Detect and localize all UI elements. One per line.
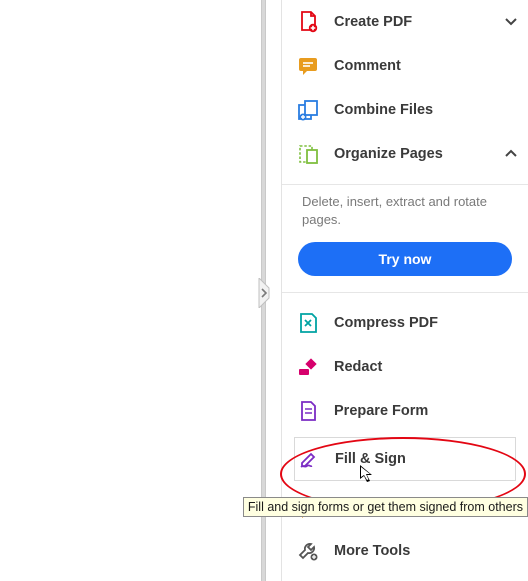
tool-label: Organize Pages	[334, 146, 502, 162]
tool-label: Combine Files	[334, 102, 520, 118]
panel-collapse-button[interactable]	[255, 278, 273, 308]
tool-redact[interactable]: Redact	[282, 345, 528, 389]
prepare-form-icon	[296, 399, 320, 423]
try-now-button[interactable]: Try now	[298, 242, 512, 276]
document-area	[0, 0, 260, 581]
create-pdf-icon	[296, 10, 320, 34]
tool-organize-pages[interactable]: Organize Pages	[282, 132, 528, 176]
sign-icon	[297, 447, 321, 471]
chevron-down-icon	[502, 15, 520, 29]
tools-panel: Create PDF Comment Combine Files Organiz…	[281, 0, 528, 581]
combine-icon	[296, 98, 320, 122]
wrench-icon	[296, 539, 320, 563]
try-now-label: Try now	[379, 251, 432, 267]
tool-label: Compress PDF	[334, 315, 520, 331]
fill-sign-tooltip: Fill and sign forms or get them signed f…	[243, 497, 528, 517]
organize-icon	[296, 142, 320, 166]
tool-more-tools[interactable]: More Tools	[282, 529, 528, 573]
organize-description: Delete, insert, extract and rotate pages…	[282, 193, 528, 242]
chevron-up-icon	[502, 147, 520, 161]
tool-comment[interactable]: Comment	[282, 44, 528, 88]
tool-label: Prepare Form	[334, 403, 520, 419]
tool-fill-and-sign[interactable]: Fill & Sign	[294, 437, 516, 481]
tool-prepare-form[interactable]: Prepare Form	[282, 389, 528, 433]
comment-icon	[296, 54, 320, 78]
separator	[282, 184, 528, 185]
tool-create-pdf[interactable]: Create PDF	[282, 0, 528, 44]
tool-label: Redact	[334, 359, 520, 375]
tool-compress-pdf[interactable]: Compress PDF	[282, 301, 528, 345]
tool-label: More Tools	[334, 543, 520, 559]
redact-icon	[296, 355, 320, 379]
tool-label: Fill & Sign	[335, 451, 507, 467]
compress-icon	[296, 311, 320, 335]
separator	[282, 292, 528, 293]
tool-label: Create PDF	[334, 14, 502, 30]
tool-label: Comment	[334, 58, 520, 74]
tool-combine-files[interactable]: Combine Files	[282, 88, 528, 132]
